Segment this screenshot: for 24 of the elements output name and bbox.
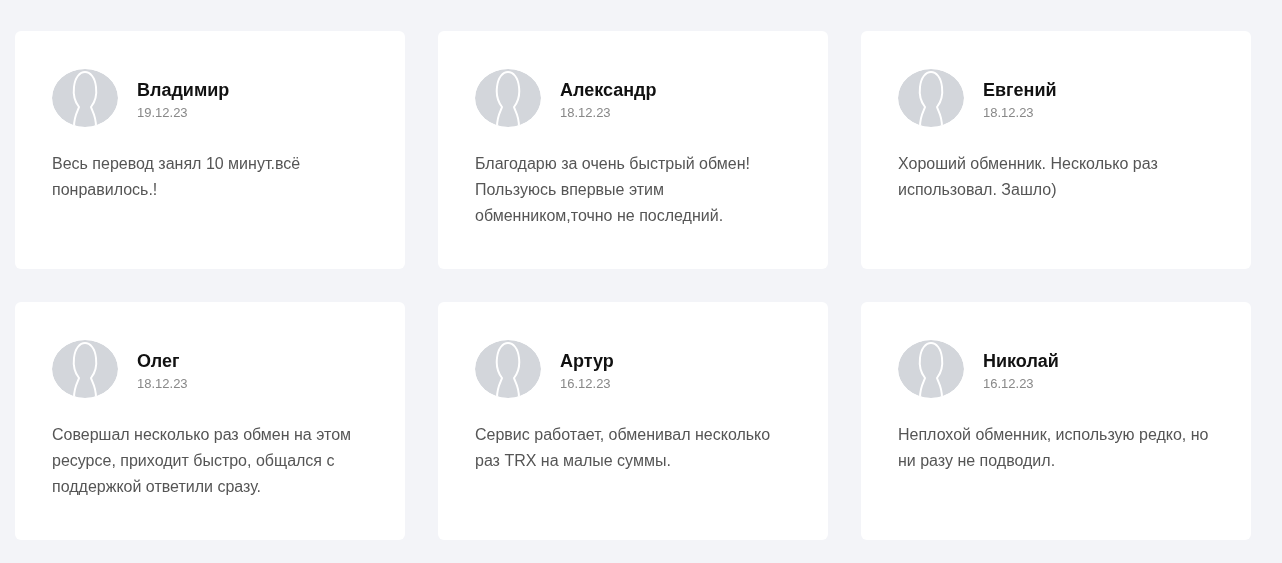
review-text: Сервис работает, обменивал несколько раз TRX на малые суммы. <box>475 425 772 471</box>
review-text: Благодарю за очень быстрый обмен! Пользуюсь впервые этим обменником,точно не последний. <box>475 154 751 226</box>
reviewer-name: Евгений <box>983 79 1057 101</box>
avatar-icon <box>898 340 964 398</box>
avatar-icon <box>475 340 541 398</box>
review-text: Хороший обменник. Несколько раз использовал. Зашло) <box>898 154 1159 200</box>
reviewer-name: Владимир <box>137 79 230 101</box>
reviewer-name: Олег <box>137 350 181 372</box>
avatar-icon <box>475 69 541 127</box>
avatar-icon <box>52 340 118 398</box>
review-date: 16.12.23 <box>983 375 1035 393</box>
avatar-icon <box>52 69 118 127</box>
review-date: 18.12.23 <box>983 104 1035 122</box>
reviewer-name: Николай <box>983 350 1059 372</box>
review-text: Весь перевод занял 10 минут.всё понравилось.! <box>52 154 302 200</box>
reviewer-name: Артур <box>560 350 614 372</box>
avatar-icon <box>898 69 964 127</box>
review-date: 18.12.23 <box>137 375 188 393</box>
review-date: 16.12.23 <box>560 375 612 393</box>
review-text: Неплохой обменник, использую редко, но ни разу не подводил. <box>898 425 1210 471</box>
review-text: Совершал несколько раз обмен на этом ресурсе, приходит быстро, общался с поддержкой ответили сразу. <box>52 425 353 497</box>
review-date: 19.12.23 <box>137 104 189 122</box>
review-date: 18.12.23 <box>560 104 612 122</box>
reviewer-name: Александр <box>560 79 657 101</box>
